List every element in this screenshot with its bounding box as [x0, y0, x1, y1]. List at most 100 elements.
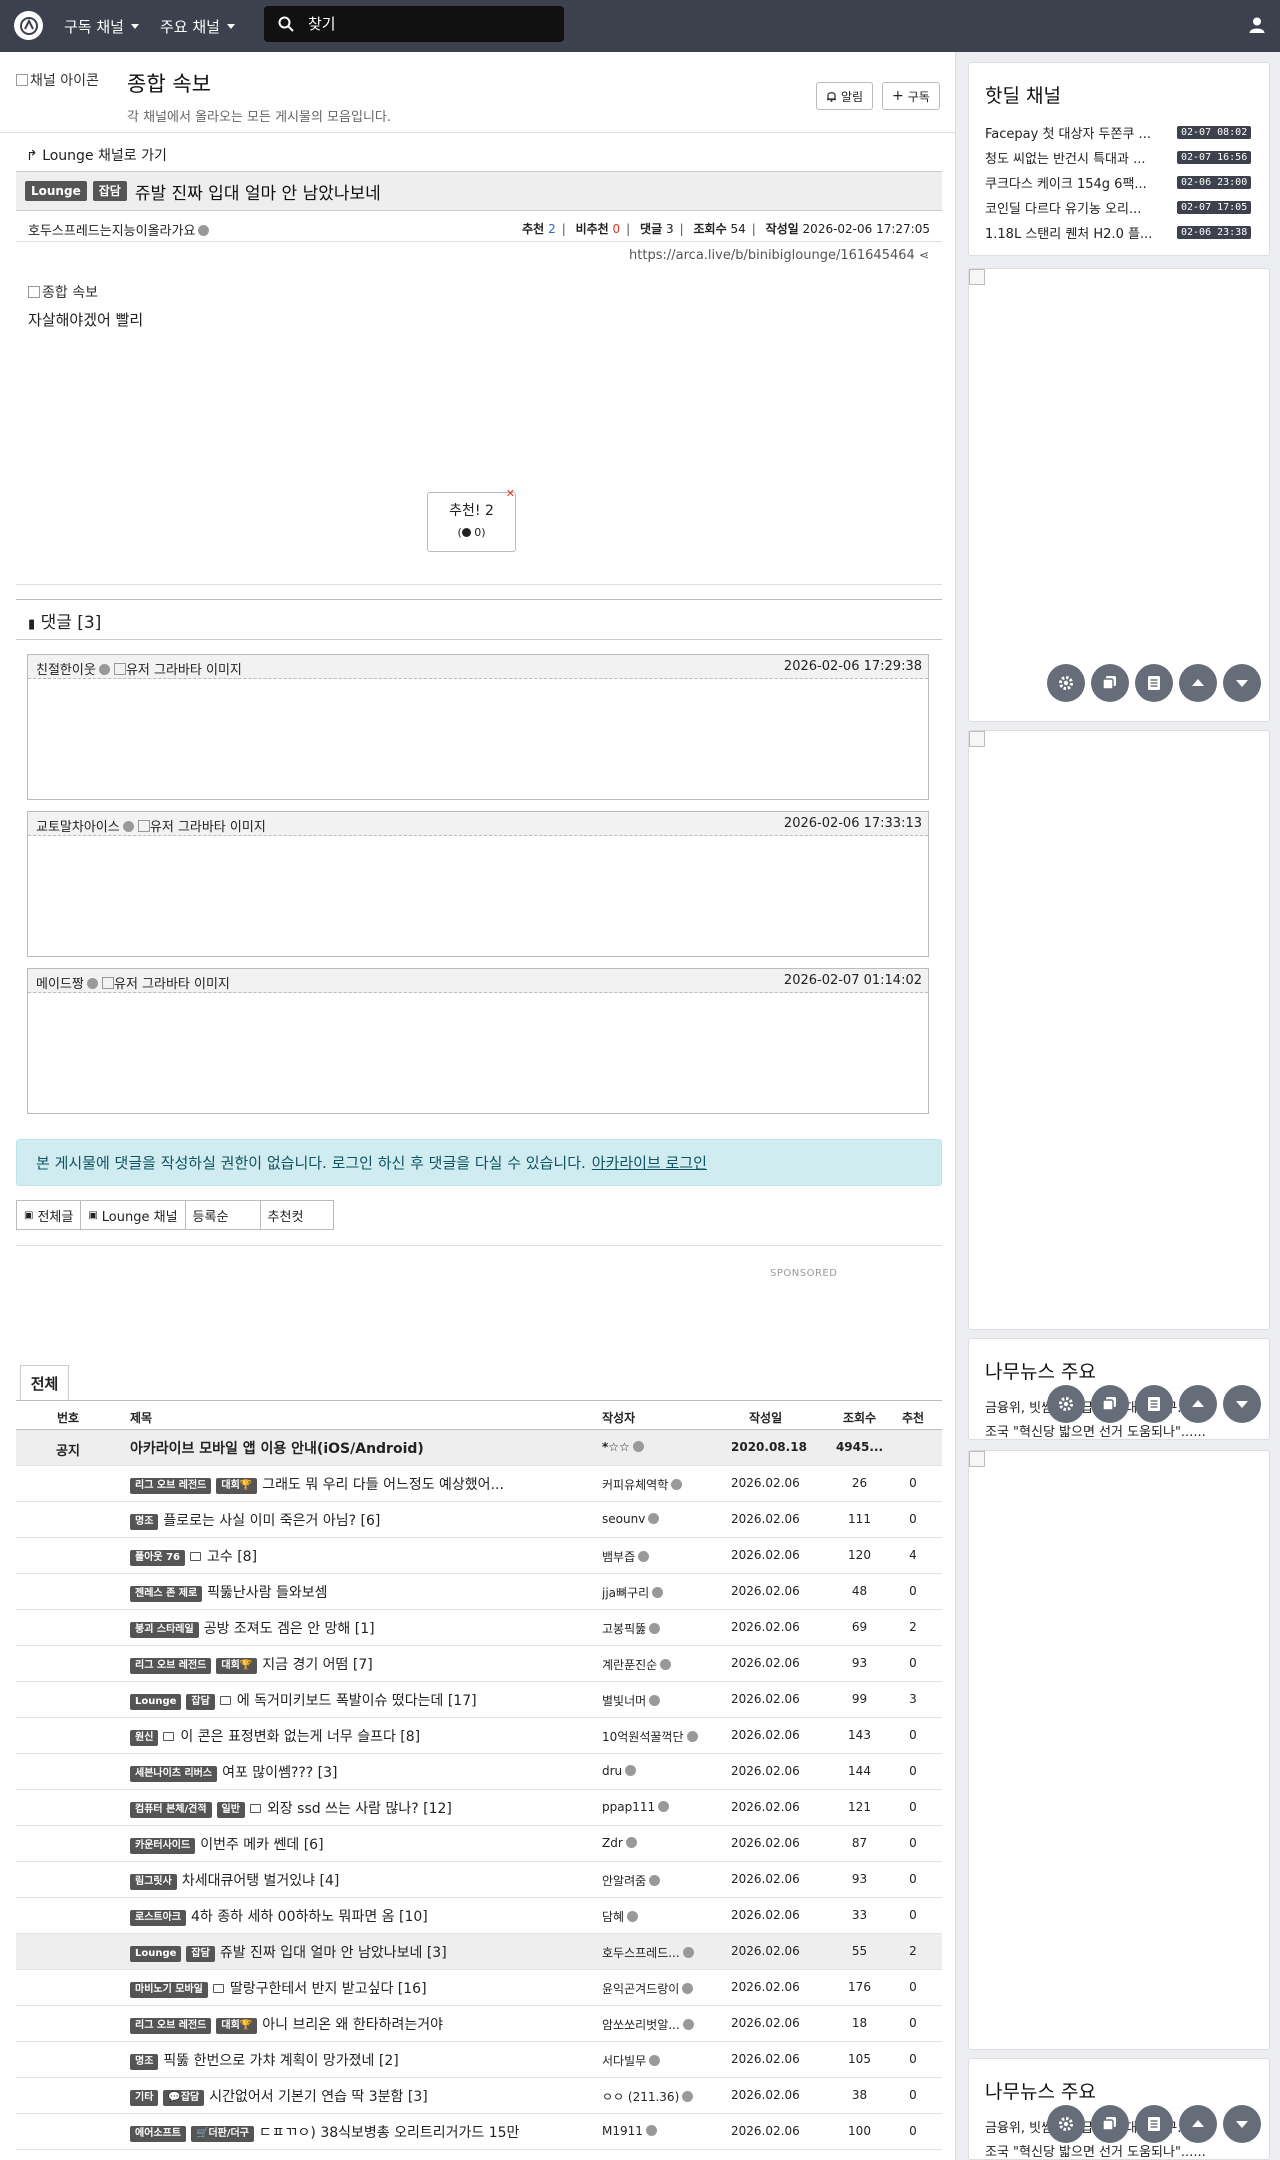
user-icon[interactable] [1248, 16, 1266, 34]
category-badge[interactable]: 잡담 [92, 181, 127, 201]
table-row[interactable]: 리그 오브 레전드 대회🏆 그래도 뭐 우리 다들 어느정도 예상했어... 커피유체… [16, 1466, 942, 1502]
table-row[interactable]: 로스트아크 4하 종하 세하 00하하노 뭐파면 옴 [10] 담혜 2026.02.… [16, 1898, 942, 1934]
post-writer[interactable]: 고봉픽뚫 [602, 1620, 702, 1637]
table-row[interactable]: 림그릿사 차세대큐어탱 벌거있냐 [4] 안알려줌 2026.02.06 93 0 [16, 1862, 942, 1898]
major-channels-menu[interactable]: 주요 채널 [160, 0, 235, 52]
copy-button[interactable] [1091, 2105, 1129, 2143]
post-title-cell[interactable]: 에어소프트 🛒더판/더구 ㄷㅍㄲㅇ) 38식보병총 오리트리거가드 15만 [130, 2122, 600, 2142]
channel-badge[interactable]: 에어소프트 [130, 2126, 186, 2142]
filter-all-posts[interactable]: ▣ 전체글 [16, 1200, 82, 1230]
channel-badge[interactable]: 림그릿사 [130, 1874, 177, 1890]
post-author[interactable]: 호두스프레드는지능이올라가요 [28, 220, 210, 239]
close-icon[interactable]: ✕ [506, 487, 515, 500]
gear-button[interactable] [1047, 1385, 1085, 1423]
post-writer[interactable]: jja뼈구리 [602, 1584, 702, 1601]
site-logo-icon[interactable] [14, 11, 43, 40]
subscribed-channels-menu[interactable]: 구독 채널 [64, 0, 139, 52]
post-url[interactable]: https://arca.live/b/binibiglounge/161645… [629, 248, 929, 263]
table-row[interactable]: 에어소프트 🛒더판/더구 ㄷㅍㄲㅇ) 38식보병총 오리트리거가드 15만 M1911… [16, 2114, 942, 2150]
channel-badge[interactable]: Lounge [130, 1694, 182, 1710]
post-title-cell[interactable]: Lounge 잡담 쥬발 진짜 입대 얼마 안 남았나보네 [3] [130, 1942, 600, 1962]
post-writer[interactable]: Zdr [602, 1836, 702, 1850]
gear-button[interactable] [1047, 664, 1085, 702]
post-writer[interactable]: 뱀부즙 [602, 1548, 702, 1565]
table-row[interactable]: 명조 플로로는 사실 이미 죽은거 아님? [6] seounv 2026.02.06… [16, 1502, 942, 1538]
channel-badge[interactable]: 젠레스 존 제로 [130, 1586, 203, 1602]
notice-writer[interactable]: *☆☆ [602, 1440, 702, 1454]
channel-badge[interactable]: 원신 [130, 1730, 159, 1746]
category-badge[interactable]: 🛒더판/더구 [191, 2126, 254, 2142]
post-title-cell[interactable]: 붕괴 스타레일 공방 조져도 겜은 안 망해 [1] [130, 1618, 600, 1638]
search-input[interactable] [306, 14, 546, 34]
subscribe-button[interactable]: + 구독 [882, 82, 940, 110]
hotdeal-item[interactable]: 1.18L 스탠리 퀜처 H2.0 플... 02-06 23:38 [985, 223, 1257, 242]
category-badge[interactable]: 💬잡담 [163, 2090, 205, 2106]
tab-all[interactable]: 전체 [20, 1365, 69, 1400]
post-writer[interactable]: 서다빌무 [602, 2052, 702, 2069]
post-title-cell[interactable]: 컴퓨터 본체/견적 일반 외장 ssd 쓰는 사람 많나? [12] [130, 1798, 600, 1818]
comment-author[interactable]: 친절한이웃 유저 그라바타 이미지 [36, 659, 242, 678]
notice-row[interactable]: 공지 아카라이브 모바일 앱 이용 안내(iOS/Android) *☆☆ 20… [16, 1430, 942, 1466]
table-row[interactable]: 원신 이 콘은 표정변화 없는게 너무 슬프다 [8] 10억원석꿀꺽단 2026.0… [16, 1718, 942, 1754]
arrow-up-button[interactable] [1179, 2105, 1217, 2143]
table-row[interactable]: 젠레스 존 제로 픽뚫난사람 들와보셈 jja뼈구리 2026.02.06 48 0 [16, 1574, 942, 1610]
hotdeal-item[interactable]: Facepay 첫 대상자 두쫀쿠 ... 02-07 08:02 [985, 123, 1257, 142]
post-writer[interactable]: ppap111 [602, 1800, 702, 1814]
post-title-cell[interactable]: 기타 💬잡담 시간없어서 기본기 연습 딱 3분함 [3] [130, 2086, 600, 2106]
post-writer[interactable]: 계란푼진순 [602, 1656, 702, 1673]
category-badge[interactable]: 대회🏆 [216, 1658, 258, 1674]
category-badge[interactable]: 잡담 [186, 1694, 215, 1710]
post-writer[interactable]: 10억원석꿀꺽단 [602, 1728, 702, 1745]
post-writer[interactable]: 커피유체역학 [602, 1476, 702, 1493]
arrow-down-button[interactable] [1223, 664, 1261, 702]
login-link[interactable]: 아카라이브 로그인 [592, 1152, 707, 1173]
channel-badge[interactable]: 리그 오브 레전드 [130, 1478, 212, 1494]
post-title-cell[interactable]: 명조 플로로는 사실 이미 죽은거 아님? [6] [130, 1510, 600, 1530]
post-writer[interactable]: M1911 [602, 2124, 702, 2138]
channel-title[interactable]: 종합 속보 [127, 68, 211, 98]
list-button[interactable] [1135, 2105, 1173, 2143]
post-writer[interactable]: dru [602, 1764, 702, 1778]
channel-badge[interactable]: 로스트아크 [130, 1910, 186, 1926]
channel-badge[interactable]: 세븐나이츠 리버스 [130, 1766, 218, 1782]
category-badge[interactable]: 대회🏆 [216, 1478, 258, 1494]
table-row[interactable]: 컴퓨터 본체/견적 일반 외장 ssd 쓰는 사람 많나? [12] ppap111 2… [16, 1790, 942, 1826]
arrow-down-button[interactable] [1223, 2105, 1261, 2143]
channel-badge[interactable]: 마비노기 모바일 [130, 1982, 208, 1998]
sort-select[interactable]: 등록순 [184, 1200, 261, 1230]
arrow-down-button[interactable] [1223, 1385, 1261, 1423]
post-title-cell[interactable]: 리그 오브 레전드 대회🏆 그래도 뭐 우리 다들 어느정도 예상했어... [130, 1474, 600, 1494]
post-title-cell[interactable]: 폴아웃 76 고수 [8] [130, 1546, 600, 1566]
post-writer[interactable]: seounv [602, 1512, 702, 1526]
gear-button[interactable] [1047, 2105, 1085, 2143]
news-item[interactable]: 조국 "혁신당 밟으면 선거 도움되나"...... [985, 1421, 1257, 1439]
recommend-button[interactable]: ✕ 추천! 2 ( 0) [427, 487, 516, 552]
list-button[interactable] [1135, 1385, 1173, 1423]
post-title-cell[interactable]: 리그 오브 레전드 대회🏆 지금 경기 어떰 [7] [130, 1654, 600, 1674]
post-title-cell[interactable]: 로스트아크 4하 종하 세하 00하하노 뭐파면 옴 [10] [130, 1906, 600, 1926]
hotdeal-item[interactable]: 코인딜 다르다 유기농 오리... 02-07 17:05 [985, 198, 1257, 217]
copy-button[interactable] [1091, 1385, 1129, 1423]
channel-badge[interactable]: 기타 [130, 2090, 159, 2106]
post-title-cell[interactable]: 카운터사이드 이번주 메카 쎈데 [6] [130, 1834, 600, 1854]
news-title[interactable]: 나무뉴스 주요 [985, 2077, 1096, 2104]
news-title[interactable]: 나무뉴스 주요 [985, 1357, 1096, 1384]
table-row[interactable]: 리그 오브 레전드 대회🏆 지금 경기 어떰 [7] 계란푼진순 2026.02.06 9… [16, 1646, 942, 1682]
post-title-cell[interactable]: 리그 오브 레전드 대회🏆 아니 브리온 왜 한타하려는거야 [130, 2014, 600, 2034]
post-writer[interactable]: 암쏘쏘리벗알... [602, 2016, 702, 2033]
table-row[interactable]: 카운터사이드 이번주 메카 쎈데 [6] Zdr 2026.02.06 87 0 [16, 1826, 942, 1862]
post-writer[interactable]: 호두스프레드... [602, 1944, 702, 1961]
table-row[interactable]: Lounge 잡담 쥬발 진짜 입대 얼마 안 남았나보네 [3] 호두스프레드...… [16, 1934, 942, 1970]
channel-badge[interactable]: 명조 [130, 1514, 159, 1530]
post-title-cell[interactable]: 마비노기 모바일 딸랑구한테서 반지 받고싶다 [16] [130, 1978, 600, 1998]
post-title-cell[interactable]: 명조 픽뚫 한번으로 가챠 계획이 망가졌네 [2] [130, 2050, 600, 2070]
post-writer[interactable]: 안알려줌 [602, 1872, 702, 1889]
channel-badge[interactable]: 명조 [130, 2054, 159, 2070]
category-badge[interactable]: 일반 [216, 1802, 245, 1818]
table-row[interactable]: 세븐나이츠 리버스 여포 많이쎔??? [3] dru 2026.02.06 144 0 [16, 1754, 942, 1790]
post-title-cell[interactable]: 림그릿사 차세대큐어탱 벌거있냐 [4] [130, 1870, 600, 1890]
category-badge[interactable]: 잡담 [186, 1946, 215, 1962]
channel-badge[interactable]: Lounge [25, 181, 87, 201]
channel-badge[interactable]: 리그 오브 레전드 [130, 2018, 212, 2034]
channel-badge[interactable]: 카운터사이드 [130, 1838, 196, 1854]
